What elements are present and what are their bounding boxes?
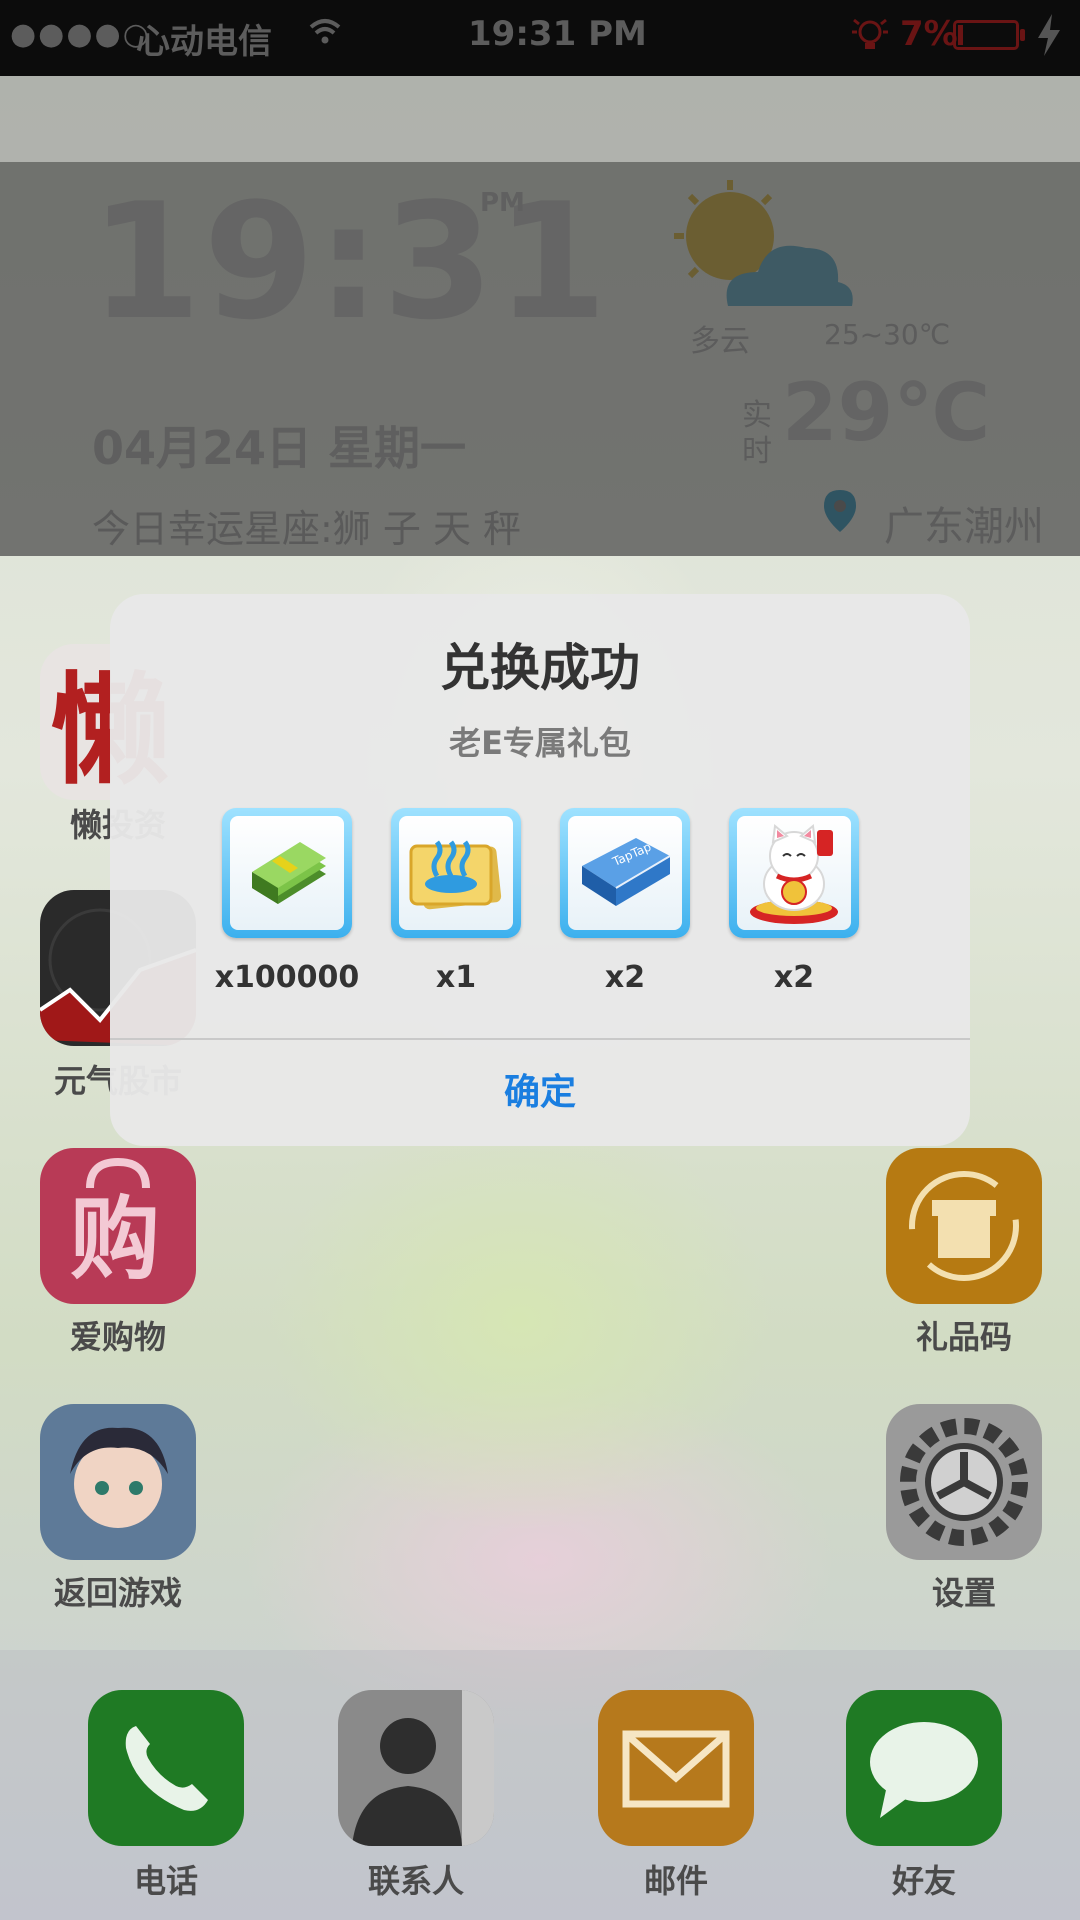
widget-time: 19:31 xyxy=(90,168,610,355)
dialog-title: 兑换成功 xyxy=(440,639,640,697)
gift-code-app[interactable] xyxy=(886,1148,1042,1304)
lightning-icon xyxy=(1034,12,1064,67)
widget-lucky-sign: 今日幸运星座:狮 子 天 秤 xyxy=(92,507,522,551)
current-temperature: 29℃ xyxy=(782,366,991,459)
settings-app[interactable] xyxy=(886,1404,1042,1560)
reward-quantity: x2 xyxy=(773,960,815,995)
contacts-label: 联系人 xyxy=(367,1862,464,1900)
battery-percent: 7% xyxy=(900,14,958,54)
hot-spring-ticket-icon xyxy=(399,816,513,930)
carrier-name: 心动电信 xyxy=(136,22,272,62)
location-pin-icon xyxy=(822,488,858,534)
svg-text:购: 购 xyxy=(70,1187,160,1292)
reward-item: x100000 xyxy=(215,808,359,995)
confirm-button[interactable]: 确定 xyxy=(110,1040,970,1146)
mail-label: 邮件 xyxy=(643,1862,708,1900)
back-to-game-app[interactable] xyxy=(40,1404,196,1560)
gift-code-label: 礼品码 xyxy=(915,1318,1012,1356)
reward-slot xyxy=(391,808,521,938)
reward-item: x1 xyxy=(391,808,521,995)
partly-cloudy-icon xyxy=(668,176,858,326)
status-bar: ●●●●○ 心动电信 19:31 PM 7% xyxy=(0,0,1080,76)
dialog-subtitle: 老E专属礼包 xyxy=(449,724,631,762)
cash-bundle-icon xyxy=(230,816,344,930)
widget-date: 04月24日 星期一 xyxy=(92,421,467,475)
wifi-icon xyxy=(308,14,342,57)
phone-screen: ●●●●○ 心动电信 19:31 PM 7% 19:31 PM 04月24日 星… xyxy=(0,0,1080,1920)
lucky-cat-icon xyxy=(737,816,851,930)
taptap-book-icon: TapTap xyxy=(568,816,682,930)
signal-strength: ●●●●○ xyxy=(10,17,151,52)
contacts-app[interactable] xyxy=(338,1690,494,1846)
phone-label: 电话 xyxy=(133,1862,198,1900)
battery-icon xyxy=(953,20,1025,50)
bulb-icon xyxy=(850,12,890,65)
reward-item: x2 xyxy=(729,808,859,995)
friends-app[interactable] xyxy=(846,1690,1002,1846)
shopping-label: 爱购物 xyxy=(69,1318,166,1356)
back-to-game-label: 返回游戏 xyxy=(53,1574,182,1612)
phone-app[interactable] xyxy=(88,1690,244,1846)
settings-label: 设置 xyxy=(931,1574,996,1612)
status-time: 19:31 PM xyxy=(468,14,647,54)
weather-description: 多云 xyxy=(690,324,750,359)
reward-slot xyxy=(729,808,859,938)
temperature-range: 25~30℃ xyxy=(824,318,951,351)
friends-label: 好友 xyxy=(891,1862,956,1900)
shopping-app[interactable]: 购 xyxy=(40,1148,196,1304)
clock-weather-widget: 19:31 PM 04月24日 星期一 今日幸运星座:狮 子 天 秤 多云 25… xyxy=(0,162,1080,556)
reward-slot xyxy=(222,808,352,938)
location-name: 广东潮州 xyxy=(884,504,1044,550)
widget-ampm: PM xyxy=(480,188,525,218)
redeem-success-dialog: 兑换成功 老E专属礼包 x100000 x1 TapTap x2 x2 确定 xyxy=(110,594,970,1146)
reward-slot: TapTap xyxy=(560,808,690,938)
reward-item: TapTap x2 xyxy=(560,808,690,995)
realtime-label: 实时 xyxy=(742,398,772,469)
mail-app[interactable] xyxy=(598,1690,754,1846)
top-strip xyxy=(0,76,1080,162)
